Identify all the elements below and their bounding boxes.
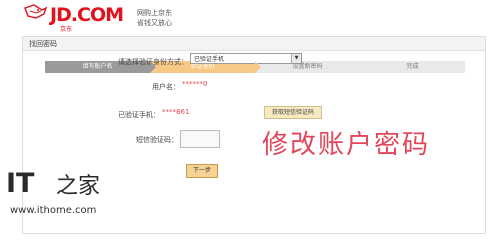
get-sms-code-button[interactable]: 获取短信验证码 bbox=[264, 106, 322, 119]
step-arrow-icon bbox=[150, 61, 156, 73]
username-label: 用户名： bbox=[152, 83, 180, 91]
verify-method-label: 请选择验证身份方式： bbox=[118, 58, 188, 66]
sms-code-input[interactable] bbox=[180, 130, 220, 148]
step-complete: 完成 bbox=[360, 61, 465, 73]
chevron-down-icon[interactable]: ▼ bbox=[291, 54, 301, 63]
verify-method-value: 已验证手机 bbox=[194, 56, 225, 63]
step-label: 完成 bbox=[406, 63, 419, 70]
ithome-url: www.ithome.com bbox=[10, 205, 97, 216]
phone-masked: **** bbox=[162, 108, 176, 116]
jd-dog-logo-icon[interactable] bbox=[22, 2, 50, 26]
verify-method-select[interactable]: 已验证手机 ▼ bbox=[190, 53, 302, 64]
jd-logo-text[interactable]: JD.COM bbox=[50, 4, 124, 26]
phone-label: 已验证手机： bbox=[118, 111, 160, 119]
step-arrow-icon bbox=[360, 61, 366, 73]
username-masked: ******0 bbox=[182, 80, 208, 88]
phone-value: ****861 bbox=[162, 108, 189, 116]
overlay-caption: 修改账户密码 bbox=[262, 130, 431, 160]
next-step-button[interactable]: 下一步 bbox=[186, 164, 218, 178]
ithome-logo-home: 之家 bbox=[56, 174, 101, 199]
step-label: 设置新密码 bbox=[292, 63, 323, 70]
panel-header: 找回密码 bbox=[23, 37, 485, 51]
jd-logo-subtext: 京东 bbox=[60, 26, 73, 33]
sms-code-label: 短信验证码： bbox=[136, 136, 178, 144]
slogan-line-1: 网购上京东 bbox=[137, 9, 172, 17]
phone-suffix: 861 bbox=[176, 108, 190, 116]
slogan-line-2: 省钱又放心 bbox=[137, 19, 172, 27]
panel-title: 找回密码 bbox=[29, 40, 57, 48]
page: JD.COM 京东 网购上京东 省钱又放心 找回密码 填写账户名 验证身份 设置… bbox=[0, 0, 500, 240]
ithome-logo-it: IT bbox=[6, 168, 35, 199]
username-value: ******0 bbox=[182, 80, 207, 88]
step-arrow-icon bbox=[255, 61, 261, 73]
